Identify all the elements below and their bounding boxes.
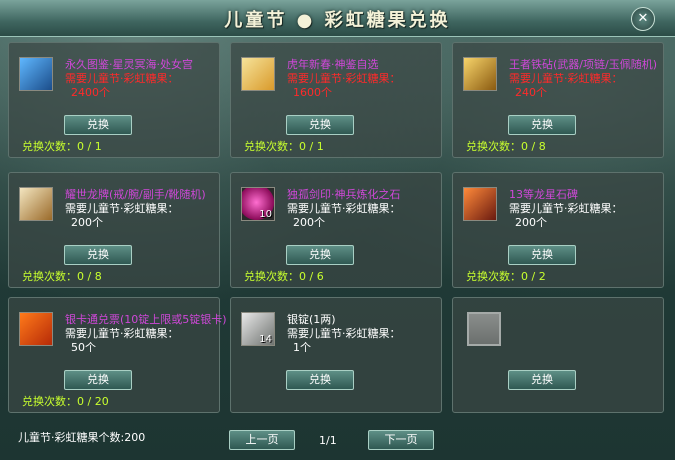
exchange-item-panel: 14 银锭(1两) 需要儿童节·彩虹糖果： 1个 兑换: [230, 297, 442, 413]
page-indicator: 1/1: [319, 434, 337, 447]
requirement-amount: 200个: [71, 216, 103, 229]
exchange-button[interactable]: 兑换: [64, 370, 132, 390]
exchange-times: 兑换次数：0 / 8: [22, 270, 102, 283]
exchange-button[interactable]: 兑换: [286, 245, 354, 265]
item-count: 10: [259, 209, 272, 220]
exchange-times: 兑换次数：0 / 1: [244, 140, 324, 153]
dragon-plaque-icon[interactable]: [19, 187, 53, 221]
exchange-item-panel: 虎年新春·神鉴自选 需要儿童节·彩虹糖果： 1600个 兑换 兑换次数：0 / 1: [230, 42, 442, 158]
exchange-button[interactable]: 兑换: [64, 245, 132, 265]
window-title: 儿童节 ● 彩虹糖果兑换: [224, 10, 451, 31]
close-icon[interactable]: ✕: [631, 7, 655, 31]
title-bar: 儿童节 ● 彩虹糖果兑换 ✕: [0, 0, 675, 37]
exchange-item-panel: 耀世龙牌(戒/腕/副手/靴随机) 需要儿童节·彩虹糖果： 200个 兑换 兑换次数：0 …: [8, 172, 220, 288]
exchange-ticket-icon[interactable]: [19, 312, 53, 346]
golden-anvil-icon[interactable]: [463, 57, 497, 91]
zodiac-virgo-icon[interactable]: [19, 57, 53, 91]
exchange-button[interactable]: 兑换: [64, 115, 132, 135]
empty-slot-icon[interactable]: [467, 312, 501, 346]
requirement-amount: 240个: [515, 86, 547, 99]
exchange-button[interactable]: 兑换: [508, 370, 576, 390]
dragon-star-stone-icon[interactable]: [463, 187, 497, 221]
exchange-button[interactable]: 兑换: [508, 115, 576, 135]
exchange-times: 兑换次数：0 / 6: [244, 270, 324, 283]
exchange-times: 兑换次数：0 / 1: [22, 140, 102, 153]
candy-count-label: 儿童节·彩虹糖果个数:200: [18, 431, 146, 444]
exchange-item-panel: 13等龙星石碑 需要儿童节·彩虹糖果： 200个 兑换 兑换次数：0 / 2: [452, 172, 664, 288]
exchange-item-panel: 永久图鉴·星灵冥海·处女宫 需要儿童节·彩虹糖果： 2400个 兑换 兑换次数：0 / …: [8, 42, 220, 158]
requirement-amount: 1600个: [293, 86, 332, 99]
pink-gem-icon[interactable]: 10: [241, 187, 275, 221]
exchange-item-panel: 10 独孤剑印·神兵炼化之石 需要儿童节·彩虹糖果： 200个 兑换 兑换次数：0 / 6: [230, 172, 442, 288]
exchange-button[interactable]: 兑换: [286, 370, 354, 390]
exchange-button[interactable]: 兑换: [286, 115, 354, 135]
gift-box-icon[interactable]: [241, 57, 275, 91]
requirement-amount: 2400个: [71, 86, 110, 99]
prev-page-button[interactable]: 上一页: [229, 430, 295, 450]
requirement-amount: 50个: [71, 341, 96, 354]
exchange-item-panel: 兑换: [452, 297, 664, 413]
requirement-amount: 1个: [293, 341, 311, 354]
requirement-amount: 200个: [515, 216, 547, 229]
exchange-item-panel: 银卡通兑票(10锭上限或5锭银卡) 需要儿童节·彩虹糖果： 50个 兑换 兑换次数：0 …: [8, 297, 227, 413]
exchange-item-panel: 王者铁砧(武器/项链/玉佩随机) 需要儿童节·彩虹糖果： 240个 兑换 兑换次数：0 …: [452, 42, 664, 158]
exchange-times: 兑换次数：0 / 20: [22, 395, 109, 408]
item-count: 14: [259, 334, 272, 345]
exchange-times: 兑换次数：0 / 8: [466, 140, 546, 153]
requirement-amount: 200个: [293, 216, 325, 229]
silver-ingot-icon[interactable]: 14: [241, 312, 275, 346]
exchange-button[interactable]: 兑换: [508, 245, 576, 265]
next-page-button[interactable]: 下一页: [368, 430, 434, 450]
exchange-times: 兑换次数：0 / 2: [466, 270, 546, 283]
